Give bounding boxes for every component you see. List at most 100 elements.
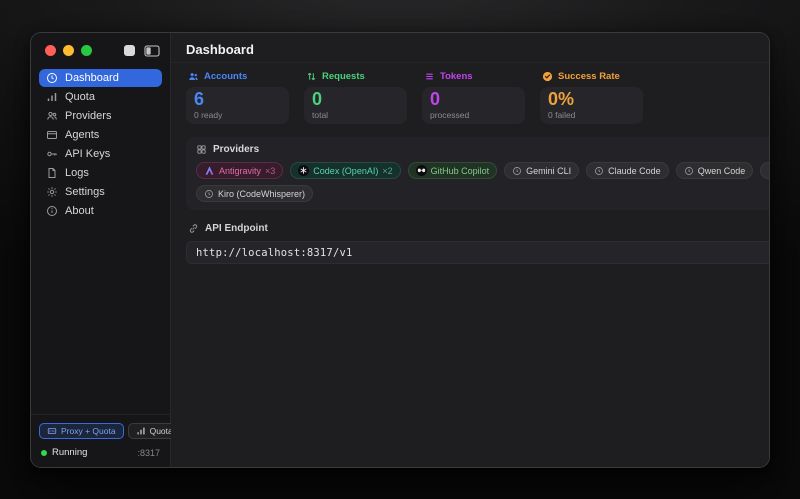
toggle-sidebar-icon[interactable] xyxy=(144,44,160,56)
stat-label: Success Rate xyxy=(558,71,620,82)
stat-caption: total xyxy=(312,110,399,121)
stat-label: Accounts xyxy=(204,71,247,82)
check-circle-icon xyxy=(542,71,553,82)
proxy-quota-mode-button[interactable]: Proxy + Quota xyxy=(39,423,124,439)
provider-chip-claude-code[interactable]: Claude Code xyxy=(586,162,669,179)
key-icon xyxy=(46,148,58,160)
api-endpoint-section: API Endpoint http://localhost:8317/v1 xyxy=(186,223,770,264)
sidebar-item-label: Dashboard xyxy=(65,72,119,84)
provider-chip-label: Codex (OpenAI) xyxy=(313,166,378,176)
bar-chart-icon xyxy=(136,426,146,436)
sidebar-footer: Proxy + Quota Quota Only Running :8317 xyxy=(31,414,170,467)
sidebar: Dashboard Quota Providers Agents API Key… xyxy=(31,33,171,467)
provider-chip-antigravity[interactable]: Antigravity ×3 xyxy=(196,162,283,179)
stat-value: 0 xyxy=(312,90,399,109)
clock-icon xyxy=(204,189,214,199)
stat-requests: Requests 0 total xyxy=(304,71,407,124)
provider-chip-github-copilot[interactable]: GitHub Copilot xyxy=(408,162,498,179)
provider-chip-iflow[interactable]: iFlow xyxy=(760,162,770,179)
page-title: Dashboard xyxy=(186,42,254,57)
sidebar-item-quota[interactable]: Quota xyxy=(39,88,162,106)
stat-card: 0 total xyxy=(304,87,407,124)
window-icon xyxy=(46,129,58,141)
stat-label: Tokens xyxy=(440,71,473,82)
link-icon xyxy=(188,223,199,234)
provider-chip-label: Kiro (CodeWhisperer) xyxy=(218,189,305,199)
provider-chip-row-2: Kiro (CodeWhisperer) xyxy=(196,185,770,202)
provider-chip-codex-openai[interactable]: Codex (OpenAI) ×2 xyxy=(290,162,400,179)
token-lines-icon xyxy=(424,71,435,82)
stat-card: 0 processed xyxy=(422,87,525,124)
mode-toggle: Proxy + Quota Quota Only xyxy=(39,423,162,439)
sidebar-item-settings[interactable]: Settings xyxy=(39,183,162,201)
main-content: Dashboard Accounts 6 0 ready xyxy=(171,33,770,467)
app-window: Dashboard Quota Providers Agents API Key… xyxy=(30,32,770,468)
api-endpoint-title: API Endpoint xyxy=(205,223,268,234)
provider-chip-label: GitHub Copilot xyxy=(431,166,490,176)
sidebar-nav: Dashboard Quota Providers Agents API Key… xyxy=(31,65,170,221)
stat-label: Requests xyxy=(322,71,365,82)
stat-tokens: Tokens 0 processed xyxy=(422,71,525,124)
clock-icon xyxy=(594,166,604,176)
minimize-window-button[interactable] xyxy=(63,45,74,56)
sidebar-item-label: Quota xyxy=(65,91,95,103)
stat-value: 6 xyxy=(194,90,281,109)
providers-panel: Providers Antigravity ×3 Codex (OpenAI) … xyxy=(186,137,770,210)
app-square-icon[interactable] xyxy=(124,45,135,56)
provider-chip-label: Antigravity xyxy=(219,166,261,176)
sidebar-item-label: Logs xyxy=(65,167,89,179)
stat-caption: 0 failed xyxy=(548,110,635,121)
sidebar-item-label: Providers xyxy=(65,110,111,122)
provider-chip-qwen-code[interactable]: Qwen Code xyxy=(676,162,754,179)
sidebar-item-api-keys[interactable]: API Keys xyxy=(39,145,162,163)
zoom-window-button[interactable] xyxy=(81,45,92,56)
api-endpoint-url: http://localhost:8317/v1 xyxy=(196,247,353,259)
stat-caption: processed xyxy=(430,110,517,121)
sidebar-item-label: About xyxy=(65,205,94,217)
sidebar-item-logs[interactable]: Logs xyxy=(39,164,162,182)
sidebar-item-label: API Keys xyxy=(65,148,110,160)
grid-icon xyxy=(196,144,207,155)
openai-logo-icon xyxy=(298,165,309,176)
sidebar-item-agents[interactable]: Agents xyxy=(39,126,162,144)
bar-chart-icon xyxy=(46,91,58,103)
sidebar-item-providers[interactable]: Providers xyxy=(39,107,162,125)
arrows-up-down-icon xyxy=(306,71,317,82)
provider-chip-kiro[interactable]: Kiro (CodeWhisperer) xyxy=(196,185,313,202)
sidebar-item-about[interactable]: About xyxy=(39,202,162,220)
stat-success-rate: Success Rate 0% 0 failed xyxy=(540,71,643,124)
stat-value: 0 xyxy=(430,90,517,109)
running-status-label: Running xyxy=(52,447,87,458)
stat-card: 6 0 ready xyxy=(186,87,289,124)
server-status: Running :8317 xyxy=(39,447,162,458)
clock-icon xyxy=(46,72,58,84)
provider-chip-label: Claude Code xyxy=(608,166,661,176)
provider-chip-label: Qwen Code xyxy=(698,166,746,176)
window-titlebar xyxy=(31,33,170,65)
provider-chip-count: ×2 xyxy=(382,166,392,176)
content-topbar: Dashboard xyxy=(171,33,770,63)
provider-chip-gemini-cli[interactable]: Gemini CLI xyxy=(504,162,579,179)
clock-icon xyxy=(512,166,522,176)
stat-card: 0% 0 failed xyxy=(540,87,643,124)
close-window-button[interactable] xyxy=(45,45,56,56)
sidebar-item-dashboard[interactable]: Dashboard xyxy=(39,69,162,87)
server-port: :8317 xyxy=(137,448,160,458)
server-icon xyxy=(47,426,57,436)
provider-chip-label: Gemini CLI xyxy=(526,166,571,176)
sidebar-item-label: Settings xyxy=(65,186,105,198)
stat-caption: 0 ready xyxy=(194,110,281,121)
api-endpoint-field[interactable]: http://localhost:8317/v1 xyxy=(186,241,770,264)
users-icon xyxy=(188,71,199,82)
antigravity-logo-icon xyxy=(204,165,215,176)
running-status-dot xyxy=(41,450,47,456)
users-icon xyxy=(46,110,58,122)
sidebar-item-label: Agents xyxy=(65,129,99,141)
clock-icon xyxy=(768,166,770,176)
github-copilot-logo-icon xyxy=(416,165,427,176)
mode-button-label: Proxy + Quota xyxy=(61,426,116,436)
clock-icon xyxy=(684,166,694,176)
provider-chip-count: ×3 xyxy=(265,166,275,176)
stat-value: 0% xyxy=(548,90,635,109)
file-icon xyxy=(46,167,58,179)
